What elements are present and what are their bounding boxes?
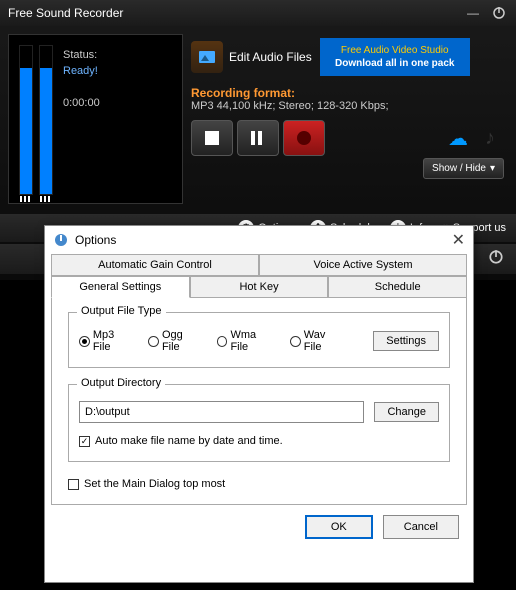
dialog-icon [53, 232, 69, 248]
tab-schedule[interactable]: Schedule [328, 276, 467, 298]
power-button[interactable] [490, 4, 508, 22]
radio-mp3[interactable]: Mp3 File [79, 329, 134, 353]
promo-line2: Download all in one pack [335, 58, 454, 69]
dialog-title: Options [75, 233, 116, 247]
settings-button[interactable]: Settings [373, 331, 439, 351]
edit-audio-icon [191, 41, 223, 73]
pause-button[interactable] [237, 120, 279, 156]
radio-icon [148, 336, 159, 347]
topmost-label: Set the Main Dialog top most [84, 478, 225, 490]
record-icon [297, 131, 311, 145]
radio-wma[interactable]: Wma File [217, 329, 276, 353]
level-meter-left [19, 45, 33, 195]
show-hide-button[interactable]: Show / Hide ▾ [423, 158, 504, 179]
radio-wav[interactable]: Wav File [290, 329, 345, 353]
tab-general[interactable]: General Settings [51, 276, 190, 298]
topmost-checkbox[interactable] [68, 479, 79, 490]
note-icon[interactable]: ♪ [476, 126, 504, 150]
autoname-checkbox[interactable] [79, 436, 90, 447]
cloud-icon[interactable]: ☁ [444, 126, 472, 150]
cancel-button[interactable]: Cancel [383, 515, 459, 539]
close-button[interactable]: ✕ [452, 230, 465, 250]
autoname-label: Auto make file name by date and time. [95, 435, 283, 447]
pause-icon [251, 131, 265, 145]
status-label: Status: [63, 49, 100, 61]
app-title: Free Sound Recorder [8, 6, 123, 20]
radio-icon [79, 336, 90, 347]
format-text: MP3 44,100 kHz; Stereo; 128-320 Kbps; [191, 100, 504, 112]
options-dialog: Options ✕ Automatic Gain Control Voice A… [44, 225, 474, 583]
power-button-2[interactable] [488, 249, 508, 269]
promo-banner[interactable]: Free Audio Video Studio Download all in … [320, 38, 470, 76]
level-meter-right [39, 45, 53, 195]
ok-button[interactable]: OK [305, 515, 373, 539]
status-value: Ready! [63, 65, 100, 77]
titlebar: Free Sound Recorder — [0, 0, 516, 26]
stop-button[interactable] [191, 120, 233, 156]
output-type-legend: Output File Type [77, 305, 166, 317]
minimize-button[interactable]: — [464, 4, 482, 22]
radio-icon [290, 336, 301, 347]
meter-panel: Status: Ready! 0:00:00 [8, 34, 183, 204]
change-button[interactable]: Change [374, 402, 439, 422]
record-button[interactable] [283, 120, 325, 156]
output-dir-legend: Output Directory [77, 377, 165, 389]
radio-icon [217, 336, 228, 347]
status-time: 0:00:00 [63, 97, 100, 109]
tab-agc[interactable]: Automatic Gain Control [51, 254, 259, 276]
format-label: Recording format: [191, 86, 504, 100]
radio-ogg[interactable]: Ogg File [148, 329, 203, 353]
promo-line1: Free Audio Video Studio [341, 45, 449, 56]
chevron-down-icon: ▾ [490, 163, 495, 174]
tab-hotkey[interactable]: Hot Key [190, 276, 329, 298]
edit-audio-button[interactable]: Edit Audio Files [191, 41, 312, 73]
stop-icon [205, 131, 219, 145]
output-dir-input[interactable] [79, 401, 364, 423]
tab-vas[interactable]: Voice Active System [259, 254, 467, 276]
